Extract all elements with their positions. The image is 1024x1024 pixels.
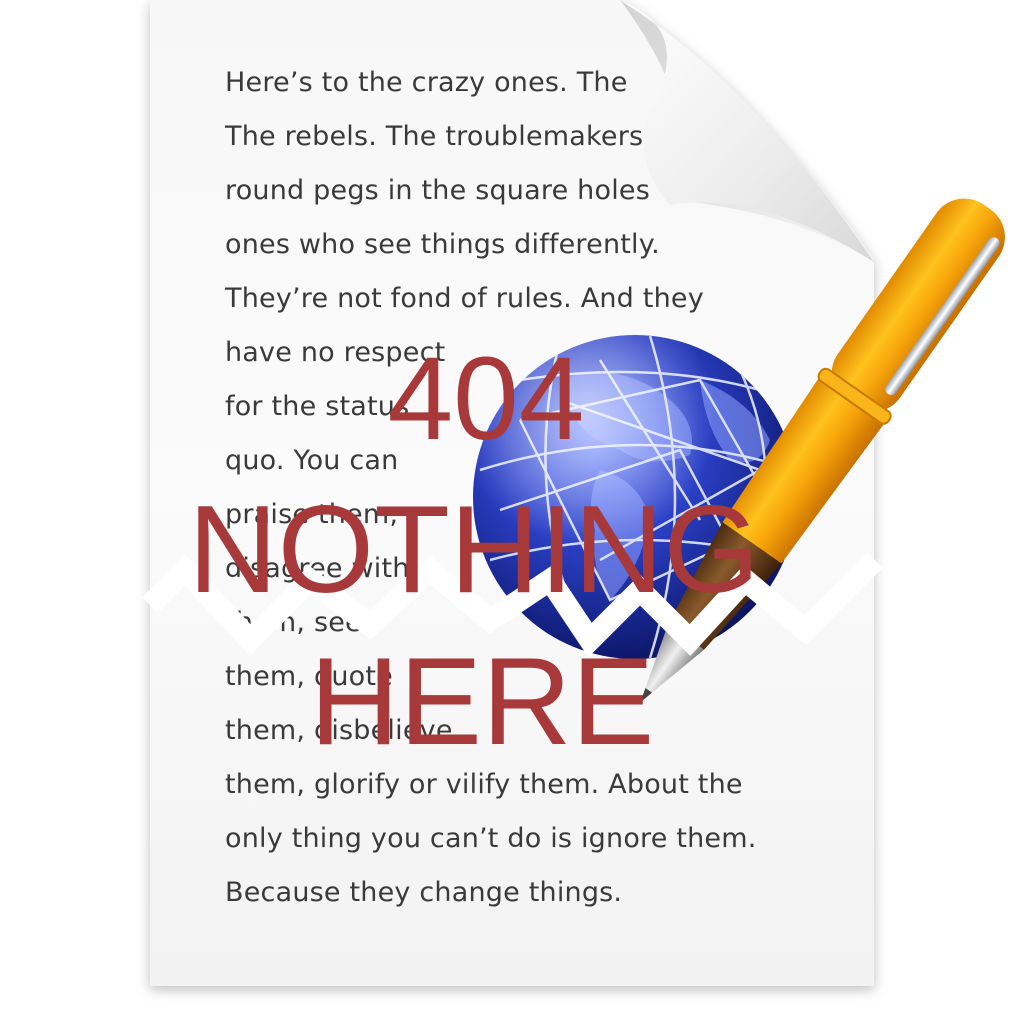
error-message-line-1: NOTHING: [188, 481, 760, 619]
error-code: 404: [387, 333, 585, 465]
error-message-line-2: HERE: [309, 633, 655, 771]
